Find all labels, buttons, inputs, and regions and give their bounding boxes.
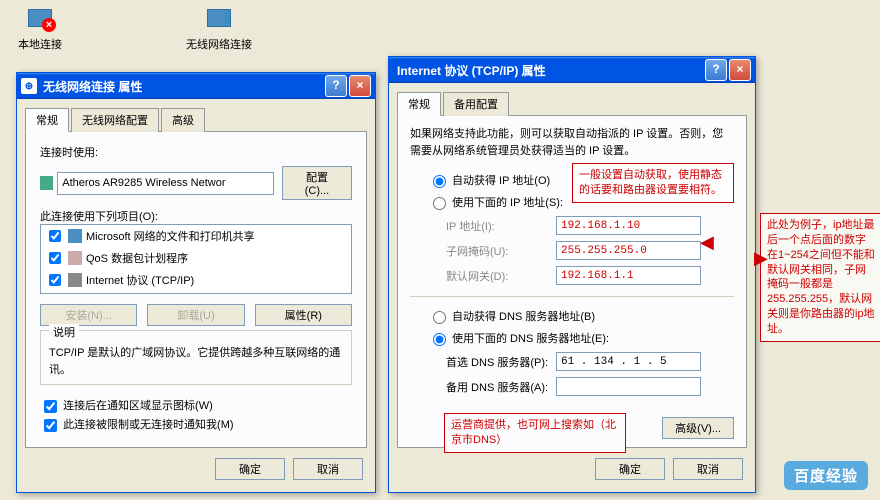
titlebar[interactable]: Internet 协议 (TCP/IP) 属性 ? × [389, 57, 755, 83]
annotation-dns-provider: 运营商提供，也可网上搜索如（北京市DNS） [444, 413, 626, 453]
cancel-button[interactable]: 取消 [293, 458, 363, 480]
close-button[interactable]: × [349, 75, 371, 97]
install-button: 安装(N)... [40, 304, 137, 326]
items-label: 此连接使用下列项目(O): [40, 208, 352, 224]
help-button[interactable]: ? [705, 59, 727, 81]
radio-manual-dns[interactable]: 使用下面的 DNS 服务器地址(E): [410, 327, 734, 349]
list-item[interactable]: QoS 数据包计划程序 [41, 247, 351, 269]
titlebar[interactable]: ⊕ 无线网络连接 属性 ? × [17, 73, 375, 99]
configure-button[interactable]: 配置(C)... [282, 166, 352, 200]
gateway-label: 默认网关(D): [446, 268, 556, 284]
item-checkbox[interactable] [49, 230, 61, 242]
desktop-icon-local-conn[interactable]: × 本地连接 [18, 6, 62, 52]
help-button[interactable]: ? [325, 75, 347, 97]
network-icon: ⊕ [21, 78, 37, 94]
dns2-label: 备用 DNS 服务器(A): [446, 379, 556, 395]
item-icon [68, 229, 82, 243]
annotation-auto-ip: 一般设置自动获取，使用静态的话要和路由器设置要相符。 [572, 163, 734, 203]
preferred-dns-input[interactable]: 61 . 134 . 1 . 5 [556, 352, 701, 371]
window-wireless-properties: ⊕ 无线网络连接 属性 ? × 常规 无线网络配置 高级 连接时使用: 配置(C… [16, 72, 376, 493]
ok-button[interactable]: 确定 [595, 458, 665, 480]
window-title: Internet 协议 (TCP/IP) 属性 [397, 62, 546, 79]
item-checkbox[interactable] [49, 252, 61, 264]
dns1-label: 首选 DNS 服务器(P): [446, 354, 556, 370]
show-tray-icon-checkbox[interactable]: 连接后在通知区域显示图标(W) [40, 400, 213, 412]
notify-limited-checkbox[interactable]: 此连接被限制或无连接时通知我(M) [40, 419, 234, 431]
adapter-icon [40, 176, 53, 190]
description-title: 说明 [49, 324, 79, 340]
x-icon: × [42, 18, 56, 32]
alternate-dns-input[interactable] [556, 377, 701, 396]
list-item[interactable]: Internet 协议 (TCP/IP) [41, 269, 351, 291]
item-icon [68, 273, 82, 287]
arrow-icon: ▶ [754, 248, 768, 269]
list-item[interactable]: Microsoft 网络的文件和打印机共享 [41, 225, 351, 247]
tab-wireless-config[interactable]: 无线网络配置 [71, 108, 159, 132]
arrow-icon: ◀ [700, 232, 714, 253]
wireless-icon: ⸩ [223, 8, 230, 27]
tab-advanced[interactable]: 高级 [161, 108, 205, 132]
desktop-icon-label: 本地连接 [18, 36, 62, 52]
tab-alternate[interactable]: 备用配置 [443, 92, 509, 116]
desktop-icon-wireless-conn[interactable]: ⸩ 无线网络连接 [186, 6, 252, 52]
annotation-ip-example: 此处为例子，ip地址最后一个点后面的数字在1~254之间但不能和默认网关相同，子… [760, 213, 880, 342]
ok-button[interactable]: 确定 [215, 458, 285, 480]
watermark: 百度经验 [784, 461, 868, 490]
ip-label: IP 地址(I): [446, 218, 556, 234]
desktop-icon-label: 无线网络连接 [186, 36, 252, 52]
window-title: 无线网络连接 属性 [43, 78, 142, 95]
description-text: TCP/IP 是默认的广域网协议。它提供跨越多种互联网络的通讯。 [49, 345, 343, 378]
components-listbox[interactable]: Microsoft 网络的文件和打印机共享 QoS 数据包计划程序 Intern… [40, 224, 352, 294]
subnet-mask-input[interactable]: 255.255.255.0 [556, 241, 701, 260]
intro-text: 如果网络支持此功能，则可以获取自动指派的 IP 设置。否则，您需要从网络系统管理… [410, 126, 734, 159]
properties-button[interactable]: 属性(R) [255, 304, 352, 326]
close-button[interactable]: × [729, 59, 751, 81]
item-checkbox[interactable] [49, 274, 61, 286]
connect-using-label: 连接时使用: [40, 144, 352, 160]
adapter-field [57, 172, 274, 195]
radio-auto-dns[interactable]: 自动获得 DNS 服务器地址(B) [410, 305, 734, 327]
gateway-input[interactable]: 192.168.1.1 [556, 266, 701, 285]
cancel-button[interactable]: 取消 [673, 458, 743, 480]
advanced-button[interactable]: 高级(V)... [662, 417, 734, 439]
tab-general[interactable]: 常规 [397, 92, 441, 116]
item-icon [68, 251, 82, 265]
tab-general[interactable]: 常规 [25, 108, 69, 132]
uninstall-button: 卸载(U) [147, 304, 244, 326]
ip-input[interactable]: 192.168.1.10 [556, 216, 701, 235]
mask-label: 子网掩码(U): [446, 243, 556, 259]
